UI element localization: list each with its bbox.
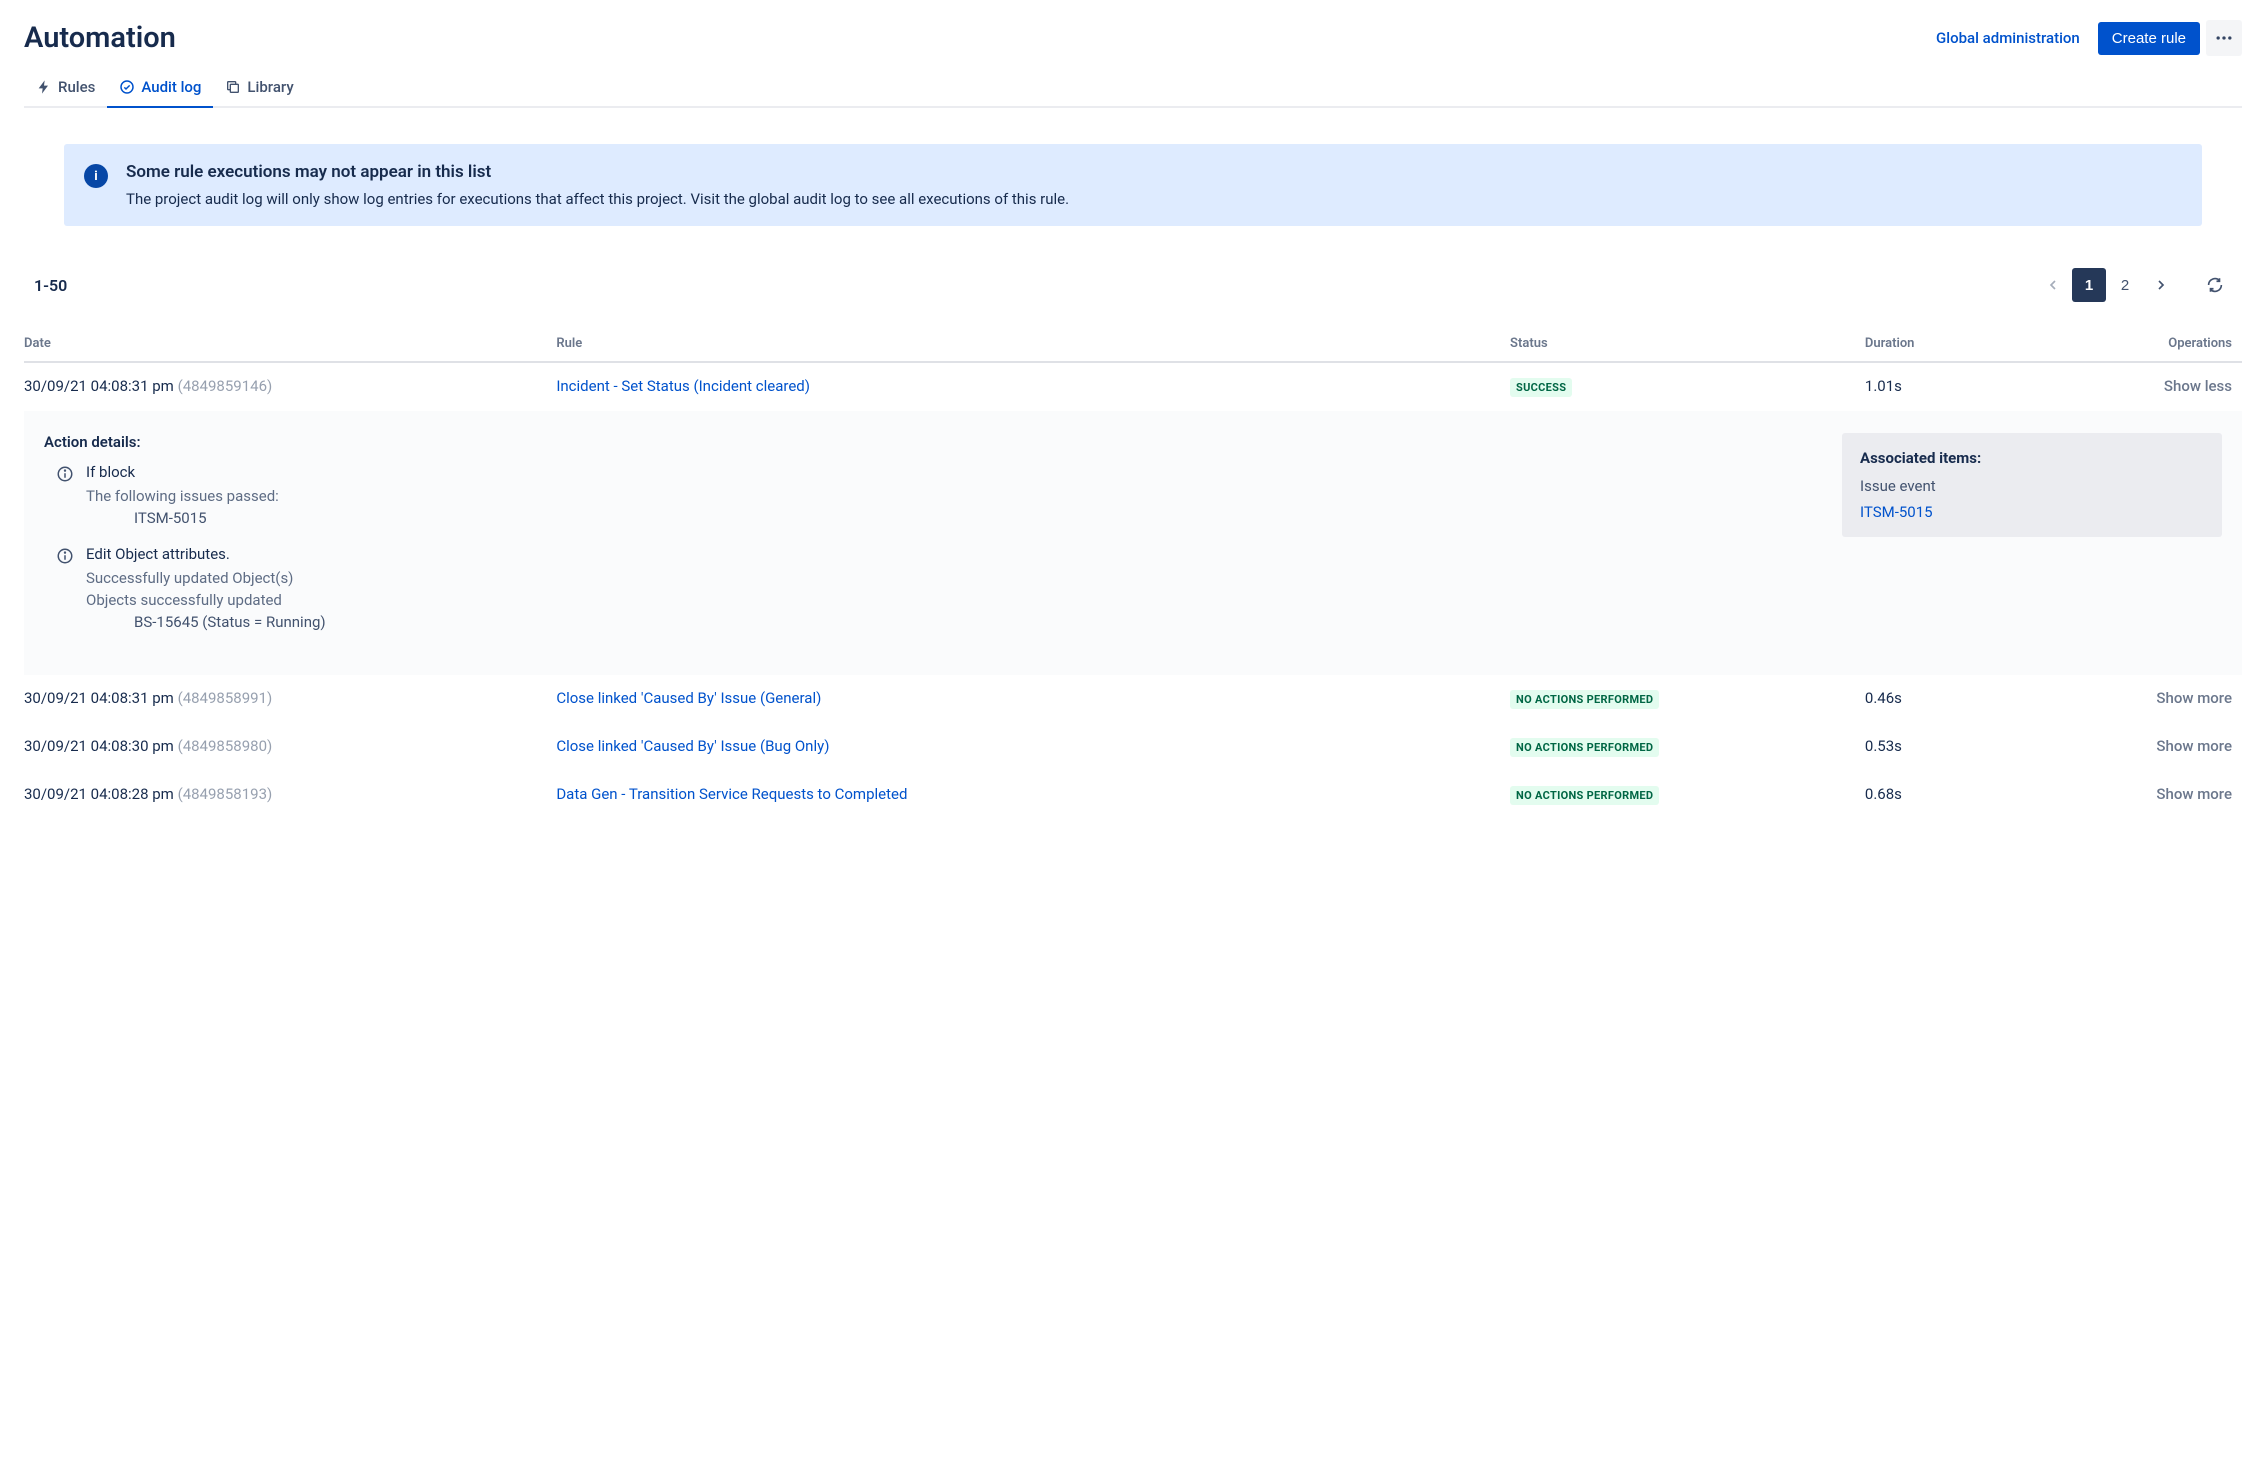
table-row: 30/09/21 04:08:31 pm (4849859146) Incide… [24, 362, 2242, 411]
status-badge: NO ACTIONS PERFORMED [1510, 690, 1659, 709]
result-range: 1-50 [34, 276, 67, 295]
action-line: The following issues passed: [86, 487, 1818, 505]
row-duration: 0.68s [1865, 785, 1902, 803]
row-id: (4849858980) [178, 737, 273, 755]
row-duration: 0.53s [1865, 737, 1902, 755]
chevron-left-icon [2045, 277, 2061, 293]
tab-label: Rules [58, 78, 95, 96]
status-badge: SUCCESS [1510, 378, 1572, 397]
col-operations: Operations [2020, 326, 2242, 362]
banner-body: The project audit log will only show log… [126, 190, 1069, 208]
table-row: 30/09/21 04:08:28 pm (4849858193) Data G… [24, 771, 2242, 819]
table-row: 30/09/21 04:08:31 pm (4849858991) Close … [24, 675, 2242, 723]
row-id: (4849858193) [178, 785, 273, 803]
page-title: Automation [24, 21, 176, 55]
banner-title: Some rule executions may not appear in t… [126, 162, 1069, 182]
check-circle-icon [119, 79, 135, 95]
rule-link[interactable]: Close linked 'Caused By' Issue (General) [556, 689, 821, 707]
tab-label: Library [247, 78, 293, 96]
more-icon [2214, 28, 2234, 48]
status-badge: NO ACTIONS PERFORMED [1510, 738, 1659, 757]
row-date: 30/09/21 04:08:28 pm [24, 785, 174, 803]
details-row: Action details: If block The following is… [24, 411, 2242, 675]
row-date: 30/09/21 04:08:30 pm [24, 737, 174, 755]
action-title: If block [86, 463, 1818, 481]
page-1-button[interactable]: 1 [2072, 268, 2106, 302]
page-2-button[interactable]: 2 [2108, 268, 2142, 302]
action-line: Objects successfully updated [86, 591, 1818, 609]
page-next-button[interactable] [2144, 268, 2178, 302]
bolt-icon [36, 79, 52, 95]
col-status: Status [1510, 326, 1865, 362]
action-item: Edit Object attributes. Successfully upda… [44, 545, 1818, 635]
rule-link[interactable]: Close linked 'Caused By' Issue (Bug Only… [556, 737, 829, 755]
info-outline-icon [56, 465, 74, 483]
col-duration: Duration [1865, 326, 2020, 362]
global-admin-link[interactable]: Global administration [1924, 21, 2092, 55]
toggle-details-link[interactable]: Show more [2156, 737, 2232, 755]
pagination: 1 2 [2036, 268, 2232, 302]
action-issue-ref: ITSM-5015 [86, 509, 1818, 527]
toggle-details-link[interactable]: Show more [2156, 689, 2232, 707]
refresh-icon [2206, 276, 2224, 294]
action-title: Edit Object attributes. [86, 545, 1818, 563]
copy-icon [225, 79, 241, 95]
action-details-heading: Action details: [44, 433, 1818, 451]
row-date: 30/09/21 04:08:31 pm [24, 689, 174, 707]
tab-bar: Rules Audit log Library [24, 70, 2242, 108]
associated-title: Associated items: [1860, 449, 2204, 467]
audit-log-table: Date Rule Status Duration Operations 30/… [24, 326, 2242, 819]
tab-audit-log[interactable]: Audit log [107, 70, 213, 108]
refresh-button[interactable] [2198, 268, 2232, 302]
tab-label: Audit log [141, 78, 201, 96]
associated-subtitle: Issue event [1860, 477, 2204, 495]
more-actions-button[interactable] [2206, 20, 2242, 56]
associated-issue-link[interactable]: ITSM-5015 [1860, 503, 1933, 521]
chevron-right-icon [2153, 277, 2169, 293]
col-rule: Rule [556, 326, 1510, 362]
row-duration: 0.46s [1865, 689, 1902, 707]
rule-link[interactable]: Data Gen - Transition Service Requests t… [556, 785, 907, 803]
row-duration: 1.01s [1865, 377, 1902, 395]
page-prev-button[interactable] [2036, 268, 2070, 302]
info-banner: i Some rule executions may not appear in… [64, 144, 2202, 226]
rule-link[interactable]: Incident - Set Status (Incident cleared) [556, 377, 810, 395]
info-outline-icon [56, 547, 74, 565]
tab-rules[interactable]: Rules [24, 70, 107, 108]
associated-items-panel: Associated items: Issue event ITSM-5015 [1842, 433, 2222, 537]
action-item: If block The following issues passed: ITSM… [44, 463, 1818, 531]
info-icon: i [84, 164, 108, 188]
create-rule-button[interactable]: Create rule [2098, 22, 2200, 55]
tab-library[interactable]: Library [213, 70, 305, 108]
action-issue-ref: BS-15645 (Status = Running) [86, 613, 1818, 631]
action-line: Successfully updated Object(s) [86, 569, 1818, 587]
row-id: (4849858991) [178, 689, 273, 707]
table-row: 30/09/21 04:08:30 pm (4849858980) Close … [24, 723, 2242, 771]
toggle-details-link[interactable]: Show more [2156, 785, 2232, 803]
row-date: 30/09/21 04:08:31 pm [24, 377, 174, 395]
toggle-details-link[interactable]: Show less [2164, 377, 2232, 395]
status-badge: NO ACTIONS PERFORMED [1510, 786, 1659, 805]
col-date: Date [24, 326, 556, 362]
row-id: (4849859146) [178, 377, 273, 395]
